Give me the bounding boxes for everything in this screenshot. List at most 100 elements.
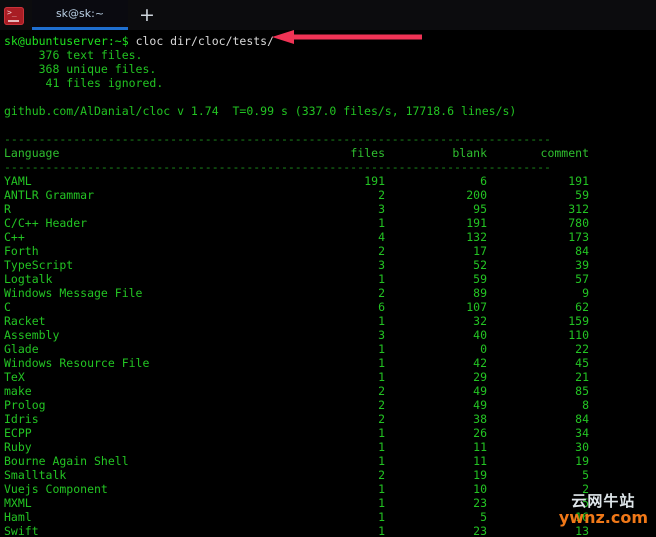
blank-cell: 23 bbox=[473, 524, 487, 537]
language-cell: Haml bbox=[4, 510, 32, 524]
terminal-screen[interactable]: sk@ubuntuserver:~$ cloc dir/cloc/tests/ … bbox=[0, 31, 656, 537]
table-row: Vuejs Component 1 10 285 bbox=[4, 482, 656, 496]
language-cell: Windows Resource File bbox=[4, 356, 150, 370]
comment-cell: 13 bbox=[575, 524, 589, 537]
cloc-version-line: github.com/AlDanial/cloc v 1.74 T=0.99 s… bbox=[4, 104, 517, 118]
language-cell: R bbox=[4, 202, 11, 216]
table-row: Smalltalk 2 19 585 bbox=[4, 468, 656, 482]
blank-cell: 132 bbox=[466, 230, 487, 244]
files-cell: 1 bbox=[378, 510, 385, 524]
blank-cell: 0 bbox=[480, 342, 487, 356]
files-cell: 2 bbox=[378, 412, 385, 426]
separator-under-header: ----------------------------------------… bbox=[4, 160, 551, 174]
language-cell: TypeScript bbox=[4, 258, 74, 272]
preamble-unique-files: 368 unique files. bbox=[4, 62, 157, 76]
blank-cell: 32 bbox=[473, 314, 487, 328]
comment-cell: 45 bbox=[575, 356, 589, 370]
typed-command: cloc dir/cloc/tests/ bbox=[135, 34, 275, 48]
plus-icon: + bbox=[139, 3, 155, 26]
comment-cell: 173 bbox=[568, 230, 589, 244]
language-cell: Vuejs Component bbox=[4, 482, 108, 496]
files-cell: 3 bbox=[378, 258, 385, 272]
comment-cell: 59 bbox=[575, 188, 589, 202]
blank-cell: 10 bbox=[473, 482, 487, 496]
comment-cell: 312 bbox=[568, 202, 589, 216]
files-cell: 2 bbox=[378, 286, 385, 300]
language-cell: ANTLR Grammar bbox=[4, 188, 95, 202]
table-row: make 2 49 85139 bbox=[4, 384, 656, 398]
code-cell: 74 bbox=[589, 496, 656, 510]
preamble-files-ignored: 41 files ignored. bbox=[4, 76, 164, 90]
files-cell: 2 bbox=[378, 384, 385, 398]
language-cell: Assembly bbox=[4, 328, 60, 342]
files-cell: 1 bbox=[378, 272, 385, 286]
code-cell: 348 bbox=[589, 286, 656, 300]
table-row: Forth 2 17 84529 bbox=[4, 244, 656, 258]
comment-cell: 2 bbox=[582, 482, 589, 496]
blank-cell: 49 bbox=[473, 384, 487, 398]
files-cell: 1 bbox=[378, 482, 385, 496]
comment-cell: 30 bbox=[575, 440, 589, 454]
language-cell: Smalltalk bbox=[4, 468, 67, 482]
comment-cell: 5 bbox=[582, 468, 589, 482]
language-cell: TeX bbox=[4, 370, 25, 384]
files-cell: 1 bbox=[378, 426, 385, 440]
comment-cell: 110 bbox=[568, 328, 589, 342]
comment-cell: 62 bbox=[575, 300, 589, 314]
code-cell: 617 bbox=[589, 216, 656, 230]
code-cell: 65 bbox=[589, 524, 656, 537]
column-header-files: files bbox=[350, 146, 385, 160]
blank-cell: 17 bbox=[473, 244, 487, 258]
blank-cell: 191 bbox=[466, 216, 487, 230]
files-cell: 2 bbox=[378, 188, 385, 202]
comment-cell: 191 bbox=[568, 174, 589, 188]
shell-prompt: sk@ubuntuserver:~$ bbox=[4, 34, 136, 48]
comment-cell: 39 bbox=[575, 258, 589, 272]
table-row: Swift 1 23 1365 bbox=[4, 524, 656, 537]
table-row: C++ 4 132 173570 bbox=[4, 230, 656, 244]
blank-cell: 59 bbox=[473, 272, 487, 286]
table-row: Racket 1 32 159247 bbox=[4, 314, 656, 328]
column-header-comment: comment bbox=[540, 146, 589, 160]
code-cell: 232 bbox=[589, 342, 656, 356]
table-row: Windows Resource File 1 42 45218 bbox=[4, 356, 656, 370]
new-tab-button[interactable]: + bbox=[128, 0, 166, 30]
code-cell: 92 bbox=[589, 454, 656, 468]
blank-cell: 38 bbox=[473, 412, 487, 426]
code-cell: 234 bbox=[589, 328, 656, 342]
files-cell: 1 bbox=[378, 314, 385, 328]
comment-cell: 8 bbox=[582, 398, 589, 412]
separator-top: ----------------------------------------… bbox=[4, 132, 551, 146]
language-cell: Racket bbox=[4, 314, 46, 328]
blank-cell: 11 bbox=[473, 454, 487, 468]
code-cell: 129 bbox=[589, 398, 656, 412]
code-cell: 155 bbox=[589, 370, 656, 384]
comment-cell: 84 bbox=[575, 412, 589, 426]
code-cell: 368 bbox=[589, 272, 656, 286]
files-cell: 1 bbox=[378, 440, 385, 454]
files-cell: 3 bbox=[378, 328, 385, 342]
code-cell: 247 bbox=[589, 314, 656, 328]
blank-cell: 6 bbox=[480, 174, 487, 188]
tab-sk-home[interactable]: sk@sk:~ bbox=[32, 0, 128, 30]
files-cell: 2 bbox=[378, 398, 385, 412]
code-cell: 85 bbox=[589, 468, 656, 482]
table-header-row: Language files blank comment code bbox=[4, 146, 656, 160]
table-row: ECPP 1 26 34116 bbox=[4, 426, 656, 440]
blank-cell: 29 bbox=[473, 370, 487, 384]
files-cell: 1 bbox=[378, 454, 385, 468]
files-cell: 191 bbox=[364, 174, 385, 188]
language-cell: Ruby bbox=[4, 440, 32, 454]
table-row: C 6 107 62347 bbox=[4, 300, 656, 314]
tab-bar-empty-space bbox=[166, 0, 656, 30]
table-row: R 3 95 312698 bbox=[4, 202, 656, 216]
code-cell: 698 bbox=[589, 202, 656, 216]
language-cell: Logtalk bbox=[4, 272, 53, 286]
comment-cell: 19 bbox=[575, 454, 589, 468]
blank-cell: 42 bbox=[473, 356, 487, 370]
language-cell: Idris bbox=[4, 412, 39, 426]
blank-cell: 52 bbox=[473, 258, 487, 272]
language-cell: C/C++ Header bbox=[4, 216, 88, 230]
code-cell: 410 bbox=[589, 258, 656, 272]
files-cell: 1 bbox=[378, 370, 385, 384]
